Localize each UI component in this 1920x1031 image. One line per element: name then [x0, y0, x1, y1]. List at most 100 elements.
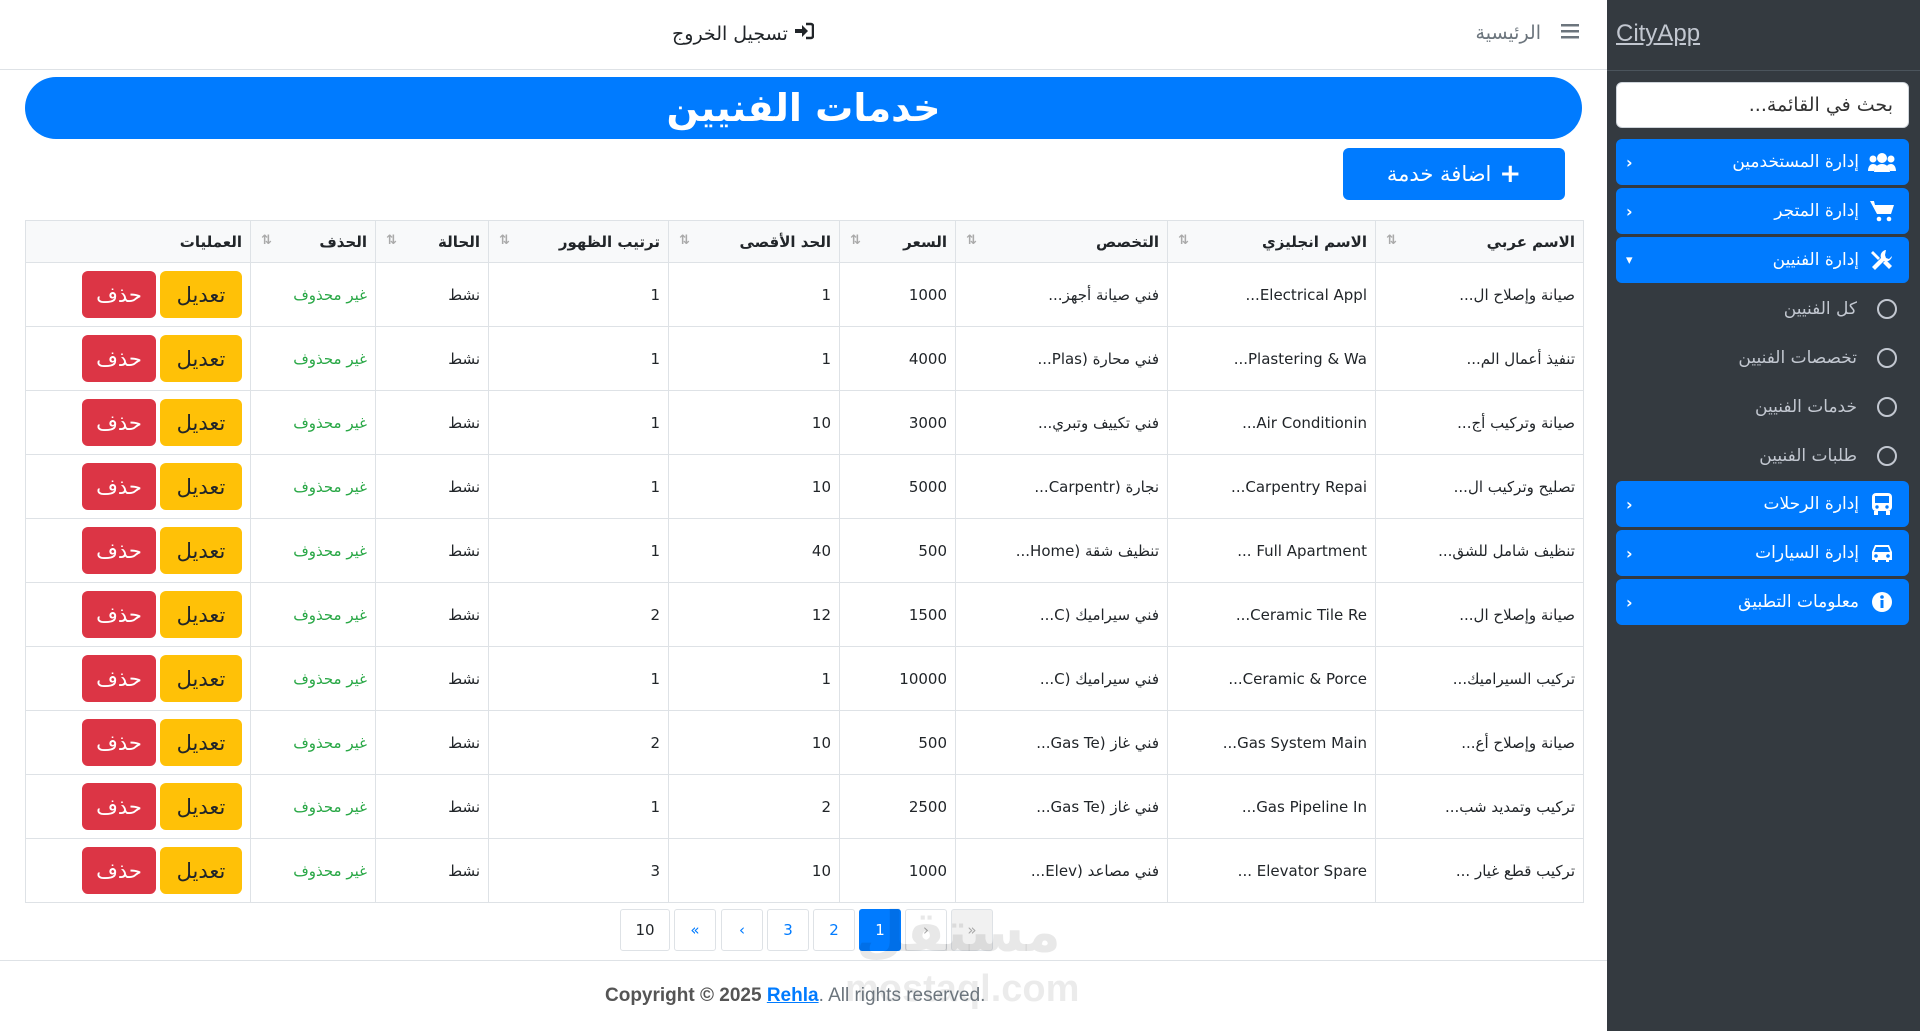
edit-button[interactable]: تعديل — [160, 783, 242, 830]
edit-button[interactable]: تعديل — [160, 719, 242, 766]
delete-button[interactable]: حذف — [82, 399, 156, 446]
info-icon — [1867, 591, 1897, 613]
table-cell: 3 — [488, 838, 669, 903]
sidebar-item-all-technicians[interactable]: كل الفنيين — [1616, 289, 1909, 329]
edit-button[interactable]: تعديل — [160, 335, 242, 382]
table-cell: Carpentry Repai... — [1167, 454, 1376, 519]
footer-link[interactable]: Rehla — [767, 985, 819, 1006]
table-cell: 40 — [668, 518, 840, 583]
column-header[interactable]: الحد الأقصى ⇅ — [668, 220, 840, 263]
delete-button[interactable]: حذف — [82, 847, 156, 894]
chevron-left-icon: ‹ — [1626, 201, 1633, 221]
sidebar-item-label: كل الفنيين — [1783, 299, 1857, 319]
table-cell: 1 — [668, 326, 840, 391]
sort-icon[interactable]: ⇅ — [499, 233, 510, 248]
table-cell: غير محذوف — [250, 710, 376, 775]
nav-trips[interactable]: إدارة الرحلات ‹ — [1616, 481, 1909, 527]
edit-button[interactable]: تعديل — [160, 399, 242, 446]
column-header[interactable]: التخصص ⇅ — [955, 220, 1168, 263]
brand-link[interactable]: CityApp — [1616, 20, 1700, 48]
column-header[interactable]: الحالة ⇅ — [375, 220, 489, 263]
table-cell: 500 — [839, 710, 956, 775]
table-cell: نشط — [375, 582, 489, 647]
sort-icon[interactable]: ⇅ — [966, 233, 977, 248]
table-row: صيانة وإصلاح ال... Ceramic Tile Re... فني … — [25, 582, 1584, 647]
column-header[interactable]: ترتيب الظهور ⇅ — [488, 220, 669, 263]
sidebar-item-requests[interactable]: طلبات الفنيين — [1616, 436, 1909, 476]
operations-cell: تعديل حذف — [25, 454, 251, 519]
nav-users[interactable]: إدارة المستخدمين ‹ — [1616, 139, 1909, 185]
table-cell: 1500 — [839, 582, 956, 647]
sidebar-search-input[interactable]: بحث في القائمة... — [1616, 82, 1909, 128]
column-header[interactable]: الاسم انجليزي ⇅ — [1167, 220, 1376, 263]
table-cell: 10 — [668, 390, 840, 455]
page-2[interactable]: 2 — [813, 909, 855, 951]
nav-technicians[interactable]: إدارة الفنيين ▾ — [1616, 237, 1909, 283]
page-title: خدمات الفنيين — [25, 77, 1582, 139]
chevron-left-icon: ‹ — [1626, 494, 1633, 514]
delete-button[interactable]: حذف — [82, 591, 156, 638]
edit-button[interactable]: تعديل — [160, 463, 242, 510]
sort-icon[interactable]: ⇅ — [1386, 233, 1397, 248]
table-cell: فني صيانة أجهز... — [955, 262, 1168, 327]
delete-button[interactable]: حذف — [82, 271, 156, 318]
sort-icon[interactable]: ⇅ — [386, 233, 397, 248]
circle-icon — [1877, 348, 1897, 368]
nav-technicians-label: إدارة الفنيين — [1772, 250, 1859, 270]
table-cell: 1 — [668, 262, 840, 327]
logout-link[interactable]: تسجيل الخروج — [672, 22, 815, 45]
add-service-button[interactable]: + اضافة خدمة — [1343, 148, 1565, 200]
users-icon — [1867, 152, 1897, 172]
home-link[interactable]: الرئيسية — [1476, 22, 1579, 44]
table-cell: غير محذوف — [250, 326, 376, 391]
sort-icon[interactable]: ⇅ — [261, 233, 272, 248]
chevron-left-icon: ‹ — [1626, 152, 1633, 172]
table-cell: 500 — [839, 518, 956, 583]
sidebar-item-services[interactable]: خدمات الفنيين — [1616, 387, 1909, 427]
table-cell: 1 — [488, 454, 669, 519]
edit-button[interactable]: تعديل — [160, 655, 242, 702]
column-header[interactable]: السعر ⇅ — [839, 220, 956, 263]
nav-store[interactable]: إدارة المتجر ‹ — [1616, 188, 1909, 234]
delete-button[interactable]: حذف — [82, 719, 156, 766]
table-row: تركيب قطع غيار ... Elevator Spare ... فني … — [25, 838, 1584, 903]
nav-app-info[interactable]: معلومات التطبيق ‹ — [1616, 579, 1909, 625]
page-last[interactable]: 10 — [620, 909, 670, 951]
bus-icon — [1867, 492, 1897, 516]
page-first[interactable]: « — [674, 909, 716, 951]
edit-button[interactable]: تعديل — [160, 271, 242, 318]
footer-rights: . All rights reserved. — [818, 985, 986, 1006]
menu-bars-icon[interactable] — [1561, 22, 1579, 44]
delete-button[interactable]: حذف — [82, 527, 156, 574]
page-3[interactable]: 3 — [767, 909, 809, 951]
table-cell: تنفيذ أعمال الم... — [1375, 326, 1584, 391]
page-prev[interactable]: ‹ — [721, 909, 763, 951]
table-cell: Elevator Spare ... — [1167, 838, 1376, 903]
delete-button[interactable]: حذف — [82, 463, 156, 510]
table-cell: 1 — [488, 390, 669, 455]
delete-button[interactable]: حذف — [82, 783, 156, 830]
table-row: تنظيف شامل للشق... Full Apartment ... تنظي… — [25, 518, 1584, 583]
sort-icon[interactable]: ⇅ — [1178, 233, 1189, 248]
sidebar-item-specialties[interactable]: تخصصات الفنيين — [1616, 338, 1909, 378]
column-header[interactable]: الاسم عربي ⇅ — [1375, 220, 1584, 263]
sort-icon[interactable]: ⇅ — [850, 233, 861, 248]
delete-button[interactable]: حذف — [82, 335, 156, 382]
sort-icon[interactable]: ⇅ — [679, 233, 690, 248]
operations-cell: تعديل حذف — [25, 646, 251, 711]
table-cell: 1000 — [839, 838, 956, 903]
edit-button[interactable]: تعديل — [160, 847, 242, 894]
edit-button[interactable]: تعديل — [160, 527, 242, 574]
operations-cell: تعديل حذف — [25, 582, 251, 647]
edit-button[interactable]: تعديل — [160, 591, 242, 638]
delete-button[interactable]: حذف — [82, 655, 156, 702]
table-cell: Gas Pipeline In... — [1167, 774, 1376, 839]
table-cell: تركيب وتمديد شب... — [1375, 774, 1584, 839]
column-header[interactable]: الحذف ⇅ — [250, 220, 376, 263]
table-cell: فني تكييف وتبري... — [955, 390, 1168, 455]
table-cell: 1 — [488, 326, 669, 391]
nav-cars[interactable]: إدارة السيارات ‹ — [1616, 530, 1909, 576]
table-cell: Gas System Main... — [1167, 710, 1376, 775]
table-cell: غير محذوف — [250, 390, 376, 455]
table-cell: 1000 — [839, 262, 956, 327]
